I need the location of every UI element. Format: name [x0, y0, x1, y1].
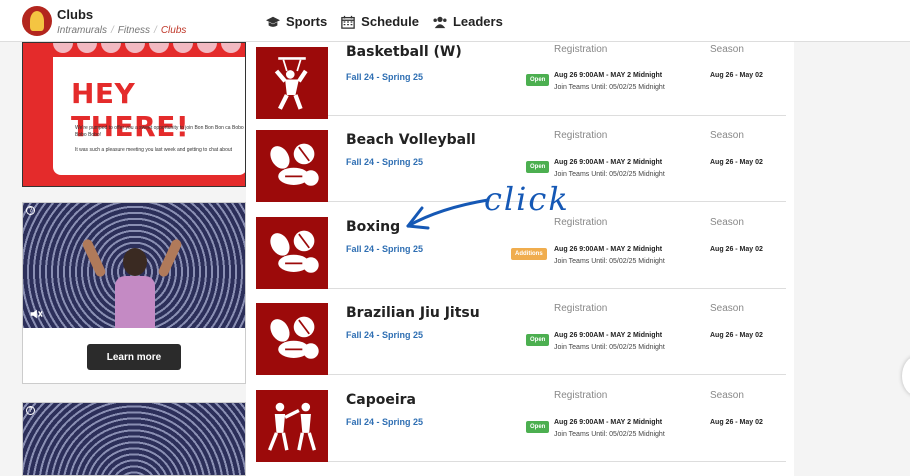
- registration-header: Registration: [554, 303, 608, 314]
- status-badge: Open: [526, 161, 550, 173]
- ad-card-bottom: [53, 165, 245, 175]
- status-badge: Open: [526, 421, 550, 433]
- join-teams-until: Join Teams Until: 05/02/25 Midnight: [554, 84, 665, 91]
- breadcrumb-separator: /: [154, 25, 157, 36]
- ad-decoration: [53, 43, 241, 53]
- term-link[interactable]: Fall 24 - Spring 25: [346, 244, 423, 254]
- ad-video-card-2[interactable]: ?: [22, 402, 246, 476]
- multi-sport-icon[interactable]: [256, 130, 328, 202]
- term-link[interactable]: Fall 24 - Spring 25: [346, 157, 423, 167]
- registration-header: Registration: [554, 390, 608, 401]
- breadcrumb: Intramurals / Fitness / Clubs: [57, 25, 186, 36]
- registration-header: Registration: [554, 44, 608, 55]
- term-link[interactable]: Fall 24 - Spring 25: [346, 417, 423, 427]
- ad-info-icon[interactable]: ?: [26, 406, 35, 415]
- status-badge: Additions: [511, 248, 547, 260]
- registration-dates: Aug 26 9:00AM - MAY 2 Midnight: [554, 246, 663, 253]
- nav-schedule-label: Schedule: [361, 14, 419, 29]
- multi-sport-icon[interactable]: [256, 303, 328, 375]
- sport-row[interactable]: Capoeira Fall 24 - Spring 25 Registration S…: [256, 376, 786, 462]
- school-logo[interactable]: [22, 6, 52, 36]
- nav-sports[interactable]: Sports: [266, 14, 327, 29]
- season-dates: Aug 26 - May 02: [710, 159, 763, 166]
- registration-dates: Aug 26 9:00AM - MAY 2 Midnight: [554, 72, 663, 79]
- season-header: Season: [710, 130, 744, 141]
- ad-banner-hey-there[interactable]: HEY THERE! We're pumped to offer you a s…: [22, 42, 246, 187]
- multi-sport-icon[interactable]: [256, 217, 328, 289]
- learn-more-button[interactable]: Learn more: [87, 344, 181, 370]
- season-header: Season: [710, 44, 744, 55]
- season-header: Season: [710, 217, 744, 228]
- nav-sports-label: Sports: [286, 14, 328, 29]
- season-header: Season: [710, 390, 744, 401]
- term-link[interactable]: Fall 24 - Spring 25: [346, 330, 423, 340]
- registration-header: Registration: [554, 130, 608, 141]
- status-badge: Open: [526, 334, 550, 346]
- sport-name[interactable]: Brazilian Jiu Jitsu: [346, 305, 480, 321]
- join-teams-until: Join Teams Until: 05/02/25 Midnight: [554, 258, 665, 265]
- ad-info-icon[interactable]: ?: [26, 206, 35, 215]
- status-badge: Open: [526, 74, 550, 86]
- ad-card-content: HEY THERE! We're pumped to offer you a s…: [53, 57, 245, 167]
- sport-row[interactable]: Brazilian Jiu Jitsu Fall 24 - Spring 25 Re…: [256, 289, 786, 375]
- capoeira-icon[interactable]: [256, 390, 328, 462]
- season-dates: Aug 26 - May 02: [710, 332, 763, 339]
- ad-video-image[interactable]: ?: [23, 203, 245, 328]
- ad-paragraph: We're pumped to offer you a sweet opport…: [75, 125, 244, 138]
- ad-video-card[interactable]: ? Learn more: [22, 202, 246, 384]
- person-figure: [81, 237, 183, 328]
- season-header: Season: [710, 303, 744, 314]
- breadcrumb-separator: /: [111, 25, 114, 36]
- season-dates: Aug 26 - May 02: [710, 419, 763, 426]
- season-dates: Aug 26 - May 02: [710, 246, 763, 253]
- graduation-cap-icon: [266, 16, 280, 27]
- term-link[interactable]: Fall 24 - Spring 25: [346, 72, 423, 82]
- calendar-icon: [341, 15, 355, 29]
- join-teams-until: Join Teams Until: 05/02/25 Midnight: [554, 344, 665, 351]
- sport-name[interactable]: Capoeira: [346, 392, 416, 408]
- join-teams-until: Join Teams Until: 05/02/25 Midnight: [554, 431, 665, 438]
- ad-paragraph: It was such a pleasure meeting you last …: [75, 147, 233, 153]
- sport-row[interactable]: Basketball (W) Fall 24 - Spring 25 Registr…: [256, 30, 786, 119]
- annotation-text: click: [484, 180, 570, 218]
- registration-dates: Aug 26 9:00AM - MAY 2 Midnight: [554, 332, 663, 339]
- sport-name[interactable]: Basketball (W): [346, 44, 462, 60]
- basketball-icon[interactable]: [256, 47, 328, 119]
- sport-name[interactable]: Boxing: [346, 219, 400, 235]
- floating-button[interactable]: [902, 356, 910, 396]
- sport-name[interactable]: Beach Volleyball: [346, 132, 476, 148]
- mute-icon[interactable]: [29, 307, 43, 321]
- main-nav: Sports Schedule Leaders: [266, 14, 503, 29]
- season-dates: Aug 26 - May 02: [710, 72, 763, 79]
- users-icon: [433, 16, 447, 28]
- join-teams-until: Join Teams Until: 05/02/25 Midnight: [554, 171, 665, 178]
- registration-dates: Aug 26 9:00AM - MAY 2 Midnight: [554, 419, 663, 426]
- page-title: Clubs: [57, 7, 94, 22]
- sports-list: Basketball (W) Fall 24 - Spring 25 Registr…: [246, 42, 794, 476]
- nav-leaders[interactable]: Leaders: [433, 14, 503, 29]
- nav-schedule[interactable]: Schedule: [341, 14, 419, 29]
- nav-leaders-label: Leaders: [452, 14, 503, 29]
- registration-dates: Aug 26 9:00AM - MAY 2 Midnight: [554, 159, 663, 166]
- breadcrumb-clubs[interactable]: Clubs: [161, 25, 187, 36]
- breadcrumb-intramurals[interactable]: Intramurals: [57, 25, 107, 36]
- breadcrumb-fitness[interactable]: Fitness: [118, 25, 150, 36]
- click-annotation: click: [400, 180, 580, 230]
